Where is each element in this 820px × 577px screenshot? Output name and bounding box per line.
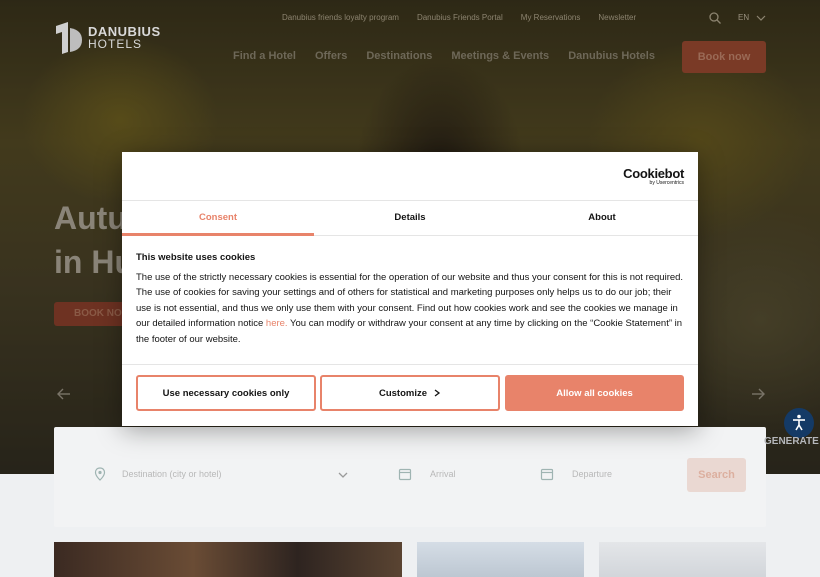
cookie-consent-dialog: Cookiebot by Usercentrics Consent Detail…	[122, 152, 698, 426]
offer-image[interactable]	[417, 542, 584, 577]
cookie-button-row: Use necessary cookies only Customize All…	[122, 364, 698, 426]
nav-item-find-hotel[interactable]: Find a Hotel	[233, 50, 296, 62]
search-icon[interactable]	[709, 12, 721, 24]
nav-item-danubius-hotels[interactable]: Danubius Hotels	[568, 50, 655, 62]
accessibility-icon	[793, 414, 805, 431]
cookiebot-logo: Cookiebot by Usercentrics	[623, 166, 684, 186]
cookie-heading: This website uses cookies	[136, 252, 256, 263]
customize-button[interactable]: Customize	[320, 375, 500, 411]
cookie-content: This website uses cookies The use of the…	[136, 252, 686, 347]
topbar-link-loyalty[interactable]: Danubius friends loyalty program	[282, 13, 399, 22]
chevron-down-icon[interactable]	[756, 13, 766, 23]
book-now-button[interactable]: Book now	[682, 41, 766, 73]
chevron-right-icon	[434, 389, 441, 397]
departure-input[interactable]: Departure	[572, 469, 612, 479]
tab-consent[interactable]: Consent	[122, 201, 314, 236]
offer-image[interactable]	[54, 542, 402, 577]
search-button[interactable]: Search	[687, 458, 746, 492]
tab-details[interactable]: Details	[314, 201, 506, 235]
accessibility-button[interactable]	[784, 408, 814, 438]
nav-item-destinations[interactable]: Destinations	[366, 50, 432, 62]
nav-item-offers[interactable]: Offers	[315, 50, 347, 62]
topbar-link-reservations[interactable]: My Reservations	[521, 13, 581, 22]
calendar-icon	[540, 468, 554, 481]
top-links: Danubius friends loyalty program Danubiu…	[282, 13, 636, 22]
arrow-right-icon[interactable]	[750, 386, 766, 402]
allow-all-cookies-button[interactable]: Allow all cookies	[505, 375, 684, 411]
nav-item-meetings[interactable]: Meetings & Events	[451, 50, 549, 62]
cookie-body: The use of the strictly necessary cookie…	[136, 270, 686, 347]
calendar-icon	[398, 468, 412, 481]
brand-name: Cookiebot	[623, 166, 684, 181]
topbar-link-portal[interactable]: Danubius Friends Portal	[417, 13, 503, 22]
chevron-down-icon[interactable]	[336, 468, 350, 482]
necessary-cookies-label: Use necessary cookies only	[162, 387, 290, 399]
necessary-cookies-button[interactable]: Use necessary cookies only	[136, 375, 316, 411]
destination-input[interactable]: Destination (city or hotel)	[122, 469, 222, 479]
location-pin-icon	[94, 467, 106, 481]
site-logo[interactable]: DANUBIUS HOTELS	[54, 22, 161, 54]
main-nav: Find a Hotel Offers Destinations Meeting…	[233, 50, 655, 62]
logo-sub: HOTELS	[88, 37, 143, 51]
offer-image[interactable]	[599, 542, 766, 577]
generate-label: GENERATE	[764, 436, 819, 447]
arrow-left-icon[interactable]	[56, 386, 72, 402]
cookie-tabs: Consent Details About	[122, 200, 698, 236]
arrival-input[interactable]: Arrival	[430, 469, 456, 479]
logo-icon	[54, 22, 84, 54]
tab-about[interactable]: About	[506, 201, 698, 235]
customize-label: Customize	[378, 387, 428, 399]
language-selector[interactable]: EN	[738, 13, 749, 22]
topbar-link-newsletter[interactable]: Newsletter	[598, 13, 636, 22]
cookie-info-link[interactable]: here.	[266, 318, 288, 329]
allow-all-label: Allow all cookies	[556, 387, 633, 399]
